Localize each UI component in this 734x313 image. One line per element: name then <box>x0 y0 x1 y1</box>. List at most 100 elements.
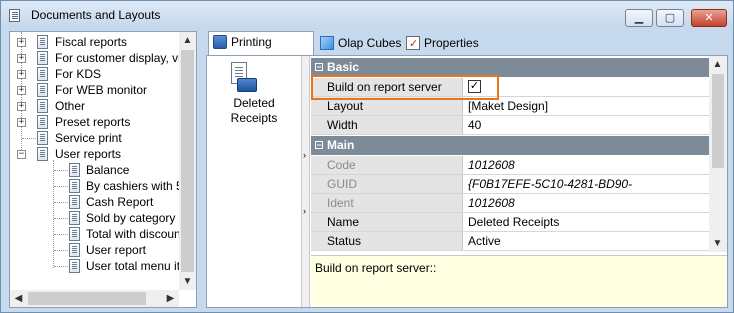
property-value[interactable]: Deleted Receipts <box>464 213 709 231</box>
tab-properties[interactable]: Properties <box>402 33 482 55</box>
property-value: {F0B17EFE-5C10-4281-BD90-707D229FA4F8} <box>464 175 709 209</box>
property-value[interactable]: 40 <box>464 116 709 134</box>
cube-icon <box>320 36 334 50</box>
scroll-down-icon[interactable]: ▼ <box>709 235 726 252</box>
tree-connector <box>22 138 36 139</box>
report-folder-icon <box>37 67 48 81</box>
tree-item-preset-reports[interactable]: + Preset reports <box>10 114 180 130</box>
expand-icon[interactable]: + <box>17 54 26 63</box>
printer-icon <box>213 35 227 49</box>
report-icon <box>69 163 80 177</box>
property-name: GUID <box>311 175 463 193</box>
tab-label: Properties <box>424 36 479 50</box>
property-value: 1012608 <box>464 194 709 212</box>
category-main[interactable]: − Main <box>311 136 709 155</box>
maximize-button[interactable]: ▢ <box>656 9 684 27</box>
tree-item-sold-by-category[interactable]: Sold by category <box>10 210 180 226</box>
scroll-thumb[interactable] <box>181 50 194 272</box>
tree-item-total-with-discounts[interactable]: Total with discounts <box>10 226 180 242</box>
report-folder-icon <box>37 147 48 161</box>
tree-connector <box>54 234 68 235</box>
category-title: Main <box>327 138 355 152</box>
collapse-gutter[interactable]: › › <box>301 56 310 307</box>
tree-item-label: Service print <box>55 131 122 145</box>
property-grid: − Basic Build on report server ✓ Layout … <box>311 56 709 252</box>
expand-icon[interactable]: + <box>17 118 26 127</box>
window-title: Documents and Layouts <box>31 8 161 22</box>
tree-item-label: User total menu item s <box>86 259 180 273</box>
property-row-ident[interactable]: Ident 1012608 <box>311 194 709 213</box>
tree-item-label: User report <box>86 243 147 257</box>
tree-item-label: Balance <box>86 163 130 177</box>
property-row-build-on-report-server[interactable]: Build on report server ✓ <box>311 78 709 97</box>
report-icon <box>69 179 80 193</box>
expand-icon[interactable]: + <box>17 102 26 111</box>
property-name: Build on report server <box>311 78 463 96</box>
document-icon <box>9 9 20 22</box>
tab-olap-cubes[interactable]: Olap Cubes <box>316 33 402 55</box>
close-button[interactable]: ✕ <box>691 9 727 27</box>
expand-icon[interactable]: + <box>17 70 26 79</box>
tree-item-for-kds[interactable]: + For KDS <box>10 66 180 82</box>
property-row-guid[interactable]: GUID {F0B17EFE-5C10-4281-BD90-707D229FA4… <box>311 175 709 209</box>
scroll-right-icon[interactable]: ▶ <box>162 290 179 307</box>
report-folder-icon <box>37 131 48 145</box>
property-row-name[interactable]: Name Deleted Receipts <box>311 213 709 232</box>
build-on-report-server-checkbox[interactable]: ✓ <box>468 80 481 93</box>
property-value[interactable]: Active <box>464 232 709 250</box>
tree-item-user-total-menu-item[interactable]: User total menu item s <box>10 258 180 274</box>
tree-connector <box>54 250 68 251</box>
layouts-tree: + Fiscal reports + For customer display,… <box>10 32 180 290</box>
report-icon <box>69 243 80 257</box>
tree-item-user-report[interactable]: User report <box>10 242 180 258</box>
property-value[interactable]: [Maket Design] <box>464 97 709 115</box>
scroll-thumb[interactable] <box>712 74 724 168</box>
tree-item-fiscal-reports[interactable]: + Fiscal reports <box>10 34 180 50</box>
collapse-icon[interactable]: − <box>315 141 323 150</box>
property-row-status[interactable]: Status Active <box>311 232 709 251</box>
property-name: Ident <box>311 194 463 212</box>
report-folder-icon <box>37 115 48 129</box>
tree-item-web-monitor[interactable]: + For WEB monitor <box>10 82 180 98</box>
tree-item-customer-display[interactable]: + For customer display, vide <box>10 50 180 66</box>
scroll-thumb[interactable] <box>28 292 146 305</box>
panel-splitter[interactable] <box>199 31 205 308</box>
property-grid-scrollbar[interactable]: ▲ ▼ <box>709 56 727 252</box>
report-folder-icon <box>37 99 48 113</box>
expand-right-icon[interactable]: › <box>303 150 306 160</box>
scroll-left-icon[interactable]: ◀ <box>10 290 27 307</box>
tree-connector <box>54 170 68 171</box>
tree-item-by-cashiers[interactable]: By cashiers with 5% <box>10 178 180 194</box>
property-name: Status <box>311 232 463 250</box>
tree-vertical-scrollbar[interactable]: ▲ ▼ <box>179 32 196 290</box>
property-row-width[interactable]: Width 40 <box>311 116 709 135</box>
report-icon <box>69 195 80 209</box>
tree-item-other[interactable]: + Other <box>10 98 180 114</box>
tree-item-cash-report[interactable]: Cash Report <box>10 194 180 210</box>
property-name: Code <box>311 156 463 174</box>
tree-horizontal-scrollbar[interactable]: ◀ ▶ <box>10 290 179 307</box>
tree-item-label: Preset reports <box>55 115 131 129</box>
category-basic[interactable]: − Basic <box>311 58 709 77</box>
expand-right-icon[interactable]: › <box>303 206 306 216</box>
tab-content: Deleted Receipts › › − Basic Build on re… <box>206 55 728 308</box>
tree-item-balance[interactable]: Balance <box>10 162 180 178</box>
report-icon <box>69 227 80 241</box>
properties-icon <box>406 34 420 54</box>
expand-icon[interactable]: + <box>17 38 26 47</box>
collapse-icon[interactable]: − <box>17 150 26 159</box>
scroll-up-icon[interactable]: ▲ <box>709 56 726 73</box>
minimize-button[interactable]: ▁ <box>625 9 653 27</box>
expand-icon[interactable]: + <box>17 86 26 95</box>
property-row-code[interactable]: Code 1012608 <box>311 156 709 175</box>
layouts-list: Deleted Receipts <box>207 56 301 307</box>
property-row-layout[interactable]: Layout [Maket Design] <box>311 97 709 116</box>
tree-item-label: Fiscal reports <box>55 35 128 49</box>
property-value[interactable]: ✓ <box>464 78 709 96</box>
tree-item-user-reports[interactable]: − User reports <box>10 146 180 162</box>
scroll-up-icon[interactable]: ▲ <box>179 32 196 49</box>
scroll-down-icon[interactable]: ▼ <box>179 273 196 290</box>
tree-item-service-print[interactable]: Service print <box>10 130 180 146</box>
collapse-icon[interactable]: − <box>315 63 323 72</box>
tab-printing-layouts[interactable]: Printing Layouts <box>208 31 314 69</box>
